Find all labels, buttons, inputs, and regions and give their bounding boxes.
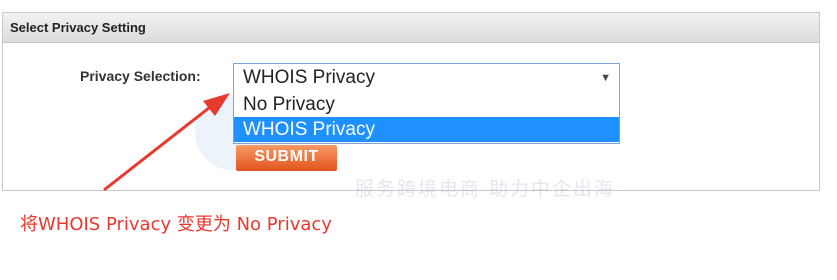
- privacy-dropdown-list: No Privacy WHOIS Privacy: [233, 92, 620, 144]
- chevron-down-icon[interactable]: ▼: [600, 64, 611, 92]
- privacy-select[interactable]: WHOIS Privacy ▼: [233, 63, 620, 93]
- option-no-privacy[interactable]: No Privacy: [234, 92, 619, 117]
- option-whois-privacy[interactable]: WHOIS Privacy: [234, 117, 619, 142]
- annotation-text: 将WHOIS Privacy 变更为 No Privacy: [20, 214, 332, 235]
- panel-title: Select Privacy Setting: [3, 13, 819, 43]
- privacy-selection-label: Privacy Selection:: [80, 68, 201, 84]
- privacy-select-value: WHOIS Privacy: [243, 67, 375, 88]
- submit-button[interactable]: SUBMIT: [236, 145, 337, 171]
- watermark-sub-text: 服务跨境电商 助力中企出海: [355, 178, 616, 200]
